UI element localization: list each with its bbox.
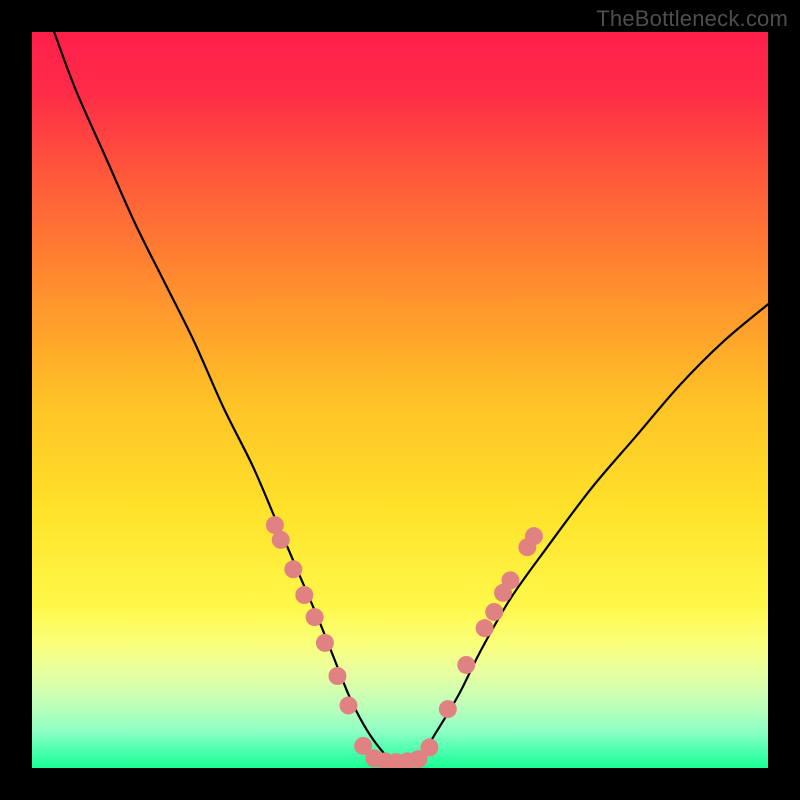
marker-dot [316,634,334,652]
marker-dot [485,603,503,621]
bottleneck-curve [32,32,768,762]
marker-dot [272,531,290,549]
marker-dot [339,696,357,714]
marker-dot [420,738,438,756]
marker-dot [328,667,346,685]
marker-dot [476,619,494,637]
curve-layer [32,32,768,768]
watermark-text: TheBottleneck.com [596,6,788,32]
marker-dot [457,656,475,674]
marker-dot [295,586,313,604]
highlight-dots [266,516,543,768]
plot-area [32,32,768,768]
marker-dot [439,700,457,718]
marker-dot [284,560,302,578]
marker-dot [525,527,543,545]
marker-dot [306,608,324,626]
marker-dot [501,571,519,589]
chart-frame: TheBottleneck.com [0,0,800,800]
